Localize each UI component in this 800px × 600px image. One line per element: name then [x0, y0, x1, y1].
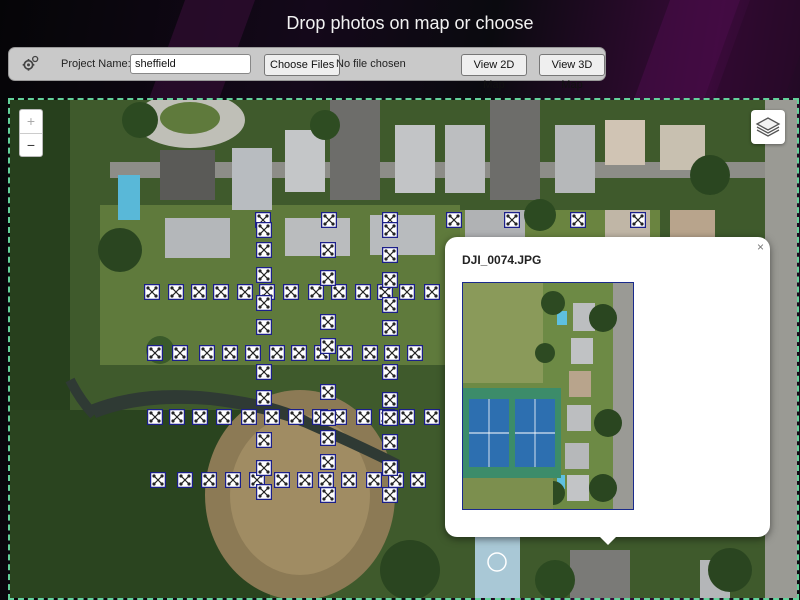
drone-marker-icon[interactable]: [256, 222, 272, 238]
drone-marker-icon[interactable]: [274, 472, 290, 488]
drone-marker-icon[interactable]: [424, 284, 440, 300]
zoom-control: + −: [19, 109, 43, 157]
drone-marker-icon[interactable]: [382, 434, 398, 450]
drone-marker-icon[interactable]: [382, 364, 398, 380]
drone-marker-icon[interactable]: [320, 384, 336, 400]
drone-marker-icon[interactable]: [504, 212, 520, 228]
drone-marker-icon[interactable]: [256, 319, 272, 335]
view-3d-map-button[interactable]: View 3D Map: [539, 54, 605, 91]
drone-marker-icon[interactable]: [382, 487, 398, 503]
drone-marker-icon[interactable]: [199, 345, 215, 361]
drone-marker-icon[interactable]: [297, 472, 313, 488]
drone-marker-icon[interactable]: [225, 472, 241, 488]
drone-marker-icon[interactable]: [256, 390, 272, 406]
drone-marker-icon[interactable]: [399, 409, 415, 425]
layers-icon: [755, 117, 781, 137]
drone-marker-icon[interactable]: [320, 410, 336, 426]
photo-thumbnail[interactable]: [462, 282, 634, 510]
drone-marker-icon[interactable]: [168, 284, 184, 300]
project-name-input[interactable]: [130, 54, 251, 74]
drone-marker-icon[interactable]: [256, 432, 272, 448]
drone-marker-icon[interactable]: [237, 284, 253, 300]
drone-marker-icon[interactable]: [331, 284, 347, 300]
drone-marker-icon[interactable]: [382, 222, 398, 238]
page-title: Drop photos on map or choose: [286, 13, 534, 33]
drone-marker-icon[interactable]: [256, 460, 272, 476]
drone-marker-icon[interactable]: [337, 345, 353, 361]
map-view[interactable]: + − × DJI_0074.JPG: [8, 98, 799, 600]
drone-marker-icon[interactable]: [407, 345, 423, 361]
drone-marker-icon[interactable]: [362, 345, 378, 361]
drone-marker-icon[interactable]: [382, 320, 398, 336]
drone-marker-icon[interactable]: [222, 345, 238, 361]
popup-tip: [600, 537, 616, 545]
zoom-out-button[interactable]: −: [20, 134, 42, 157]
popup-filename: DJI_0074.JPG: [462, 253, 542, 267]
drone-marker-icon[interactable]: [291, 345, 307, 361]
drone-marker-icon[interactable]: [318, 472, 334, 488]
drone-marker-icon[interactable]: [320, 338, 336, 354]
drone-marker-icon[interactable]: [213, 284, 229, 300]
drone-marker-icon[interactable]: [446, 212, 462, 228]
zoom-in-button[interactable]: +: [20, 110, 42, 134]
drone-marker-icon[interactable]: [245, 345, 261, 361]
drone-marker-icon[interactable]: [269, 345, 285, 361]
no-file-text: No file chosen: [336, 58, 406, 70]
gear-icon[interactable]: [21, 54, 41, 74]
popup-close-button[interactable]: ×: [757, 240, 764, 254]
drone-marker-icon[interactable]: [169, 409, 185, 425]
drone-marker-icon[interactable]: [320, 454, 336, 470]
drone-marker-icon[interactable]: [355, 284, 371, 300]
drone-marker-icon[interactable]: [308, 284, 324, 300]
drone-marker-icon[interactable]: [264, 409, 280, 425]
drone-marker-icon[interactable]: [192, 409, 208, 425]
drone-marker-icon[interactable]: [191, 284, 207, 300]
drone-marker-icon[interactable]: [320, 270, 336, 286]
drone-marker-icon[interactable]: [321, 212, 337, 228]
view-2d-map-button[interactable]: View 2D Map: [461, 54, 527, 91]
drone-marker-icon[interactable]: [144, 284, 160, 300]
project-name-label: Project Name:: [61, 58, 131, 70]
drone-marker-icon[interactable]: [288, 409, 304, 425]
drone-marker-icon[interactable]: [382, 272, 398, 288]
drone-marker-icon[interactable]: [320, 487, 336, 503]
drone-marker-icon[interactable]: [201, 472, 217, 488]
drone-marker-icon[interactable]: [283, 284, 299, 300]
layers-button[interactable]: [751, 110, 785, 144]
drone-marker-icon[interactable]: [150, 472, 166, 488]
drone-marker-icon[interactable]: [320, 242, 336, 258]
drone-marker-icon[interactable]: [410, 472, 426, 488]
drone-marker-icon[interactable]: [177, 472, 193, 488]
drone-marker-icon[interactable]: [172, 345, 188, 361]
drone-marker-icon[interactable]: [630, 212, 646, 228]
drone-marker-icon[interactable]: [399, 284, 415, 300]
drone-marker-icon[interactable]: [256, 267, 272, 283]
thumbnail-image: [463, 283, 633, 509]
drone-marker-icon[interactable]: [320, 430, 336, 446]
drone-marker-icon[interactable]: [382, 297, 398, 313]
drone-marker-icon[interactable]: [256, 295, 272, 311]
drone-marker-icon[interactable]: [241, 409, 257, 425]
drone-marker-icon[interactable]: [382, 410, 398, 426]
drone-marker-icon[interactable]: [320, 314, 336, 330]
drone-marker-icon[interactable]: [256, 364, 272, 380]
choose-files-button[interactable]: Choose Files: [264, 54, 341, 76]
drone-marker-icon[interactable]: [147, 345, 163, 361]
drone-marker-icon[interactable]: [382, 392, 398, 408]
drone-marker-icon[interactable]: [366, 472, 382, 488]
drone-marker-icon[interactable]: [424, 409, 440, 425]
drone-marker-icon[interactable]: [382, 247, 398, 263]
drone-marker-icon[interactable]: [356, 409, 372, 425]
drone-marker-icon[interactable]: [384, 345, 400, 361]
toolbar: Project Name: Choose Files No file chose…: [8, 47, 606, 91]
drone-marker-icon[interactable]: [341, 472, 357, 488]
drone-marker-icon[interactable]: [256, 484, 272, 500]
photo-popup: × DJI_0074.JPG: [445, 237, 770, 545]
drone-marker-icon[interactable]: [570, 212, 586, 228]
drone-marker-icon[interactable]: [147, 409, 163, 425]
drone-marker-icon[interactable]: [216, 409, 232, 425]
drone-marker-icon[interactable]: [382, 460, 398, 476]
drone-marker-icon[interactable]: [256, 242, 272, 258]
